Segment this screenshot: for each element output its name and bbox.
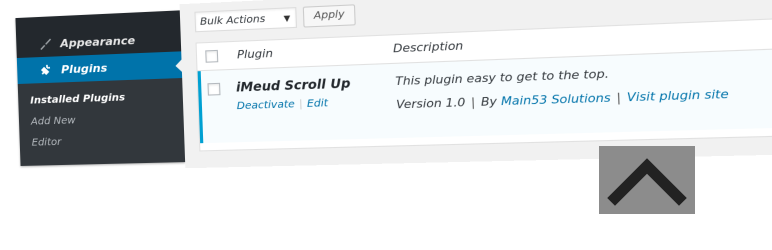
meta-separator: |	[471, 95, 476, 109]
plug-icon	[39, 63, 53, 78]
brush-icon	[38, 36, 52, 51]
plugins-main: Bulk Actions ▼ Apply Plugin Description …	[180, 0, 772, 168]
plugin-version: Version 1.0	[396, 96, 466, 112]
select-all-checkbox[interactable]	[205, 50, 218, 63]
row-actions: Deactivate | Edit	[237, 98, 329, 112]
screenshot-scene: Appearance Plugins Installed Plugins Add…	[0, 0, 772, 250]
bulk-actions-select[interactable]: Bulk Actions ▼	[194, 7, 297, 32]
admin-sidebar: Appearance Plugins Installed Plugins Add…	[15, 10, 185, 166]
plugin-site-link[interactable]: Visit plugin site	[627, 87, 729, 105]
row-checkbox[interactable]	[207, 83, 220, 96]
scroll-up-button[interactable]	[599, 146, 695, 214]
column-header-description: Description	[393, 39, 464, 56]
plugin-meta: Version 1.0 | By Main53 Solutions | Visit pl…	[396, 87, 729, 112]
meta-separator: |	[616, 90, 621, 104]
column-header-plugin[interactable]: Plugin	[237, 47, 273, 62]
plugins-table: Plugin Description iMeud Scroll Up Deact…	[196, 17, 772, 152]
plugin-description: This plugin easy to get to the top.	[395, 67, 609, 88]
submenu-editor[interactable]: Editor	[31, 137, 61, 149]
apply-button[interactable]: Apply	[303, 4, 356, 27]
sidebar-item-label: Appearance	[60, 33, 135, 49]
deactivate-link[interactable]: Deactivate	[237, 99, 295, 112]
chevron-down-icon: ▼	[283, 8, 290, 29]
submenu-add-new[interactable]: Add New	[31, 115, 76, 127]
edit-link[interactable]: Edit	[307, 98, 328, 110]
bulk-actions-toolbar: Bulk Actions ▼ Apply	[194, 12, 195, 35]
plugin-name: iMeud Scroll Up	[236, 76, 351, 95]
bulk-actions-value: Bulk Actions	[200, 14, 266, 28]
by-label: By	[481, 94, 498, 108]
plugins-submenu: Installed Plugins Add New Editor	[18, 78, 185, 166]
submenu-installed-plugins[interactable]: Installed Plugins	[30, 92, 125, 106]
sidebar-item-label: Plugins	[61, 61, 108, 76]
author-link[interactable]: Main53 Solutions	[501, 91, 611, 109]
action-separator: |	[299, 99, 303, 111]
